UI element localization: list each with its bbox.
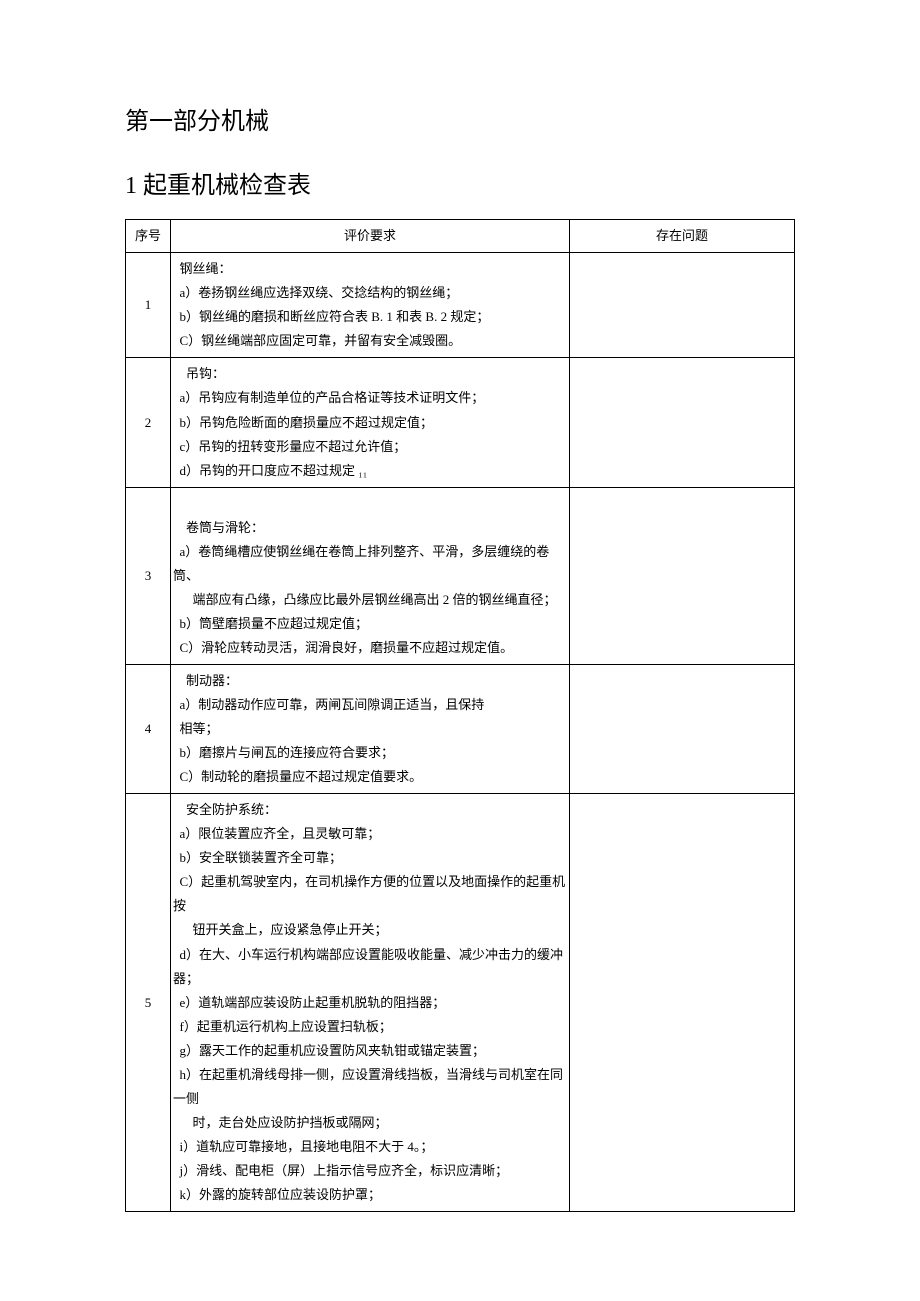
req-text: 吊钩： a）吊钩应有制造单位的产品合格证等技术证明文件； b）吊钩危险断面的磨损… (173, 362, 567, 482)
cell-seq: 3 (126, 487, 171, 664)
col-header-req: 评价要求 (171, 220, 570, 253)
cell-req: 卷筒与滑轮： a）卷筒绳槽应使钢丝绳在卷筒上排列整齐、平滑，多层缠绕的卷筒、 端… (171, 487, 570, 664)
col-header-issue: 存在问题 (570, 220, 795, 253)
table-row: 2 吊钩： a）吊钩应有制造单位的产品合格证等技术证明文件； b）吊钩危险断面的… (126, 358, 795, 487)
cell-req: 吊钩： a）吊钩应有制造单位的产品合格证等技术证明文件； b）吊钩危险断面的磨损… (171, 358, 570, 487)
part-heading: 第一部分机械 (125, 100, 795, 146)
cell-issue (570, 253, 795, 358)
table-row: 4 制动器： a）制动器动作应可靠，两闸瓦间隙调正适当，且保持 相等； b）磨擦… (126, 664, 795, 793)
cell-seq: 2 (126, 358, 171, 487)
cell-seq: 4 (126, 664, 171, 793)
req-text: 卷筒与滑轮： a）卷筒绳槽应使钢丝绳在卷筒上排列整齐、平滑，多层缠绕的卷筒、 端… (173, 492, 567, 660)
cell-req: 安全防护系统： a）限位装置应齐全，且灵敏可靠； b）安全联锁装置齐全可靠； C… (171, 794, 570, 1212)
cell-seq: 1 (126, 253, 171, 358)
col-header-seq: 序号 (126, 220, 171, 253)
table-row: 3 卷筒与滑轮： a）卷筒绳槽应使钢丝绳在卷筒上排列整齐、平滑，多层缠绕的卷筒、… (126, 487, 795, 664)
cell-req: 钢丝绳： a）卷扬钢丝绳应选择双绕、交捻结构的钢丝绳； b）钢丝绳的磨损和断丝应… (171, 253, 570, 358)
section-heading: 1 起重机械检查表 (125, 164, 795, 210)
cell-issue (570, 487, 795, 664)
table-header-row: 序号 评价要求 存在问题 (126, 220, 795, 253)
inspection-table: 序号 评价要求 存在问题 1 钢丝绳： a）卷扬钢丝绳应选择双绕、交捻结构的钢丝… (125, 219, 795, 1212)
req-text: 安全防护系统： a）限位装置应齐全，且灵敏可靠； b）安全联锁装置齐全可靠； C… (173, 798, 567, 1207)
req-text: 制动器： a）制动器动作应可靠，两闸瓦间隙调正适当，且保持 相等； b）磨擦片与… (173, 669, 567, 789)
cell-issue (570, 358, 795, 487)
table-row: 5 安全防护系统： a）限位装置应齐全，且灵敏可靠； b）安全联锁装置齐全可靠；… (126, 794, 795, 1212)
req-text: 钢丝绳： a）卷扬钢丝绳应选择双绕、交捻结构的钢丝绳； b）钢丝绳的磨损和断丝应… (173, 257, 567, 353)
cell-issue (570, 664, 795, 793)
cell-seq: 5 (126, 794, 171, 1212)
cell-issue (570, 794, 795, 1212)
table-row: 1 钢丝绳： a）卷扬钢丝绳应选择双绕、交捻结构的钢丝绳； b）钢丝绳的磨损和断… (126, 253, 795, 358)
cell-req: 制动器： a）制动器动作应可靠，两闸瓦间隙调正适当，且保持 相等； b）磨擦片与… (171, 664, 570, 793)
